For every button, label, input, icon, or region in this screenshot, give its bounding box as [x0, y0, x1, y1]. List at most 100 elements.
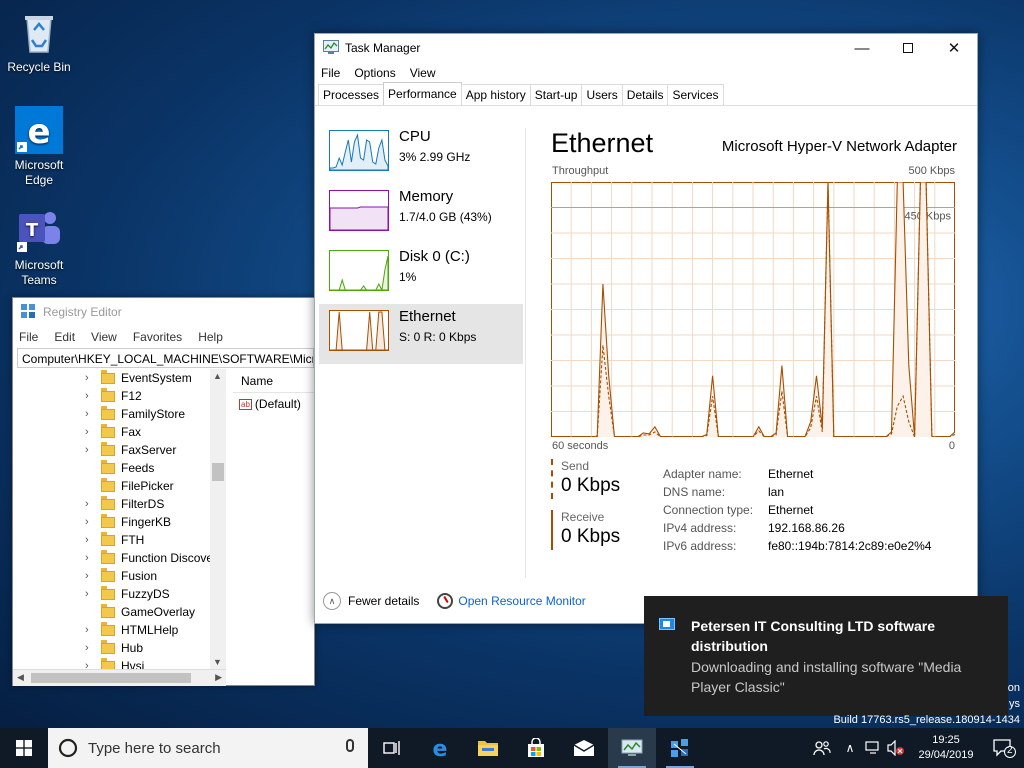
tree-item-label: EventSystem: [121, 371, 192, 385]
desktop-icon-edge[interactable]: e Microsoft Edge: [0, 106, 78, 188]
sidebar-divider[interactable]: [525, 128, 526, 578]
taskmgr-menu-view[interactable]: View: [410, 66, 436, 80]
sidebar-item-cpu[interactable]: CPU 3% 2.99 GHz: [319, 124, 523, 184]
chevron-right-icon[interactable]: ›: [85, 444, 97, 456]
prop-value: fe80::194b:7814:2c89:e0e2%4: [768, 539, 932, 553]
taskbar-store[interactable]: [512, 728, 560, 768]
chevron-right-icon[interactable]: ›: [85, 390, 97, 402]
taskbar-clock[interactable]: 19:25 29/04/2019: [908, 733, 984, 763]
tree-item[interactable]: › FTH: [13, 531, 225, 549]
tree-item[interactable]: › FilterDS: [13, 495, 225, 513]
taskbar-mail[interactable]: [560, 728, 608, 768]
chevron-right-icon[interactable]: ›: [85, 552, 97, 564]
thumbnail-line: [330, 255, 388, 290]
values-column-header-name[interactable]: Name: [233, 369, 315, 393]
volume-tray-button[interactable]: [884, 728, 908, 768]
open-resource-monitor-link[interactable]: Open Resource Monitor: [437, 593, 586, 609]
taskbar-task-manager[interactable]: [608, 728, 656, 768]
taskbar-search-box[interactable]: Type here to search: [48, 728, 368, 768]
regedit-titlebar[interactable]: Registry Editor: [13, 298, 314, 326]
chevron-right-icon[interactable]: ›: [85, 570, 97, 582]
taskbar-edge[interactable]: e: [416, 728, 464, 768]
tab-performance[interactable]: Performance: [383, 82, 462, 105]
desktop-icon-recycle-bin[interactable]: Recycle Bin: [0, 8, 78, 75]
tree-item[interactable]: › FingerKB: [13, 513, 225, 531]
close-button[interactable]: ✕: [931, 34, 977, 62]
sidebar-item-ethernet[interactable]: Ethernet S: 0 R: 0 Kbps: [319, 304, 523, 364]
tree-item[interactable]: › Hvsi: [13, 657, 225, 669]
maximize-button[interactable]: [885, 34, 931, 62]
tab-details[interactable]: Details: [621, 84, 669, 105]
chevron-right-icon[interactable]: ›: [85, 426, 97, 438]
folder-icon: [101, 513, 115, 528]
scrollbar-thumb[interactable]: [212, 463, 224, 481]
tree-item[interactable]: GameOverlay: [13, 603, 225, 621]
sidebar-item-disk[interactable]: Disk 0 (C:) 1%: [319, 244, 523, 304]
network-tray-button[interactable]: [862, 728, 884, 768]
tree-item[interactable]: › Hub: [13, 639, 225, 657]
regedit-tree[interactable]: › EventSystem › F12 › FamilyStore › Fax › FaxServ…: [13, 369, 226, 669]
scroll-right-arrow-icon[interactable]: ▶: [215, 672, 222, 683]
chevron-right-icon[interactable]: ›: [85, 660, 97, 669]
chevron-right-icon[interactable]: ›: [85, 534, 97, 546]
taskmgr-title: Task Manager: [345, 41, 421, 55]
desktop-icon-teams[interactable]: T Microsoft Teams: [0, 206, 78, 288]
taskmgr-menu-file[interactable]: File: [321, 66, 340, 80]
tree-item[interactable]: › Fusion: [13, 567, 225, 585]
scrollbar-thumb[interactable]: [31, 673, 191, 683]
tab-start-up[interactable]: Start-up: [529, 84, 583, 105]
tree-item[interactable]: › HTMLHelp: [13, 621, 225, 639]
folder-icon: [101, 531, 115, 546]
tab-processes[interactable]: Processes: [318, 84, 385, 105]
task-view-button[interactable]: [368, 728, 416, 768]
prop-value: Ethernet: [768, 503, 814, 517]
show-hidden-icons-button[interactable]: ∧: [838, 728, 862, 768]
start-button[interactable]: [0, 728, 48, 768]
regedit-menu-file[interactable]: File: [19, 330, 38, 344]
mark-label: 450 Kbps: [905, 211, 952, 223]
value-row[interactable]: ab (Default): [233, 393, 315, 415]
chevron-right-icon[interactable]: ›: [85, 498, 97, 510]
action-center-button[interactable]: 2: [984, 728, 1024, 768]
tree-item[interactable]: › F12: [13, 387, 225, 405]
regedit-menu-view[interactable]: View: [91, 330, 117, 344]
sidebar-item-memory[interactable]: Memory 1.7/4.0 GB (43%): [319, 184, 523, 244]
taskmgr-menu-options[interactable]: Options: [354, 66, 395, 80]
regedit-menu-help[interactable]: Help: [198, 330, 223, 344]
regedit-menu-favorites[interactable]: Favorites: [133, 330, 182, 344]
tree-item[interactable]: › FuzzyDS: [13, 585, 225, 603]
tree-item[interactable]: › Function Discove: [13, 549, 225, 567]
minimize-button[interactable]: —: [839, 34, 885, 62]
taskbar: Type here to search e ∧ 19:25 29/04/2019…: [0, 728, 1024, 768]
chevron-right-icon[interactable]: ›: [85, 516, 97, 528]
fewer-details-button[interactable]: ∧ Fewer details: [323, 592, 419, 610]
regedit-tree-hscrollbar[interactable]: ◀ ▶: [13, 669, 226, 686]
people-button[interactable]: [806, 728, 838, 768]
tree-item[interactable]: › FaxServer: [13, 441, 225, 459]
tab-users[interactable]: Users: [581, 84, 623, 105]
tree-item[interactable]: Feeds: [13, 459, 225, 477]
tree-item[interactable]: FilePicker: [13, 477, 225, 495]
tree-item[interactable]: › EventSystem: [13, 369, 225, 387]
microphone-icon[interactable]: [346, 739, 354, 752]
scroll-up-arrow-icon[interactable]: ▲: [213, 371, 222, 381]
regedit-menu-edit[interactable]: Edit: [54, 330, 75, 344]
taskbar-registry-editor[interactable]: [656, 728, 704, 768]
regedit-tree-scrollbar[interactable]: ▲ ▼: [210, 369, 226, 669]
scroll-down-arrow-icon[interactable]: ▼: [213, 657, 222, 667]
chevron-right-icon[interactable]: ›: [85, 624, 97, 636]
scroll-left-arrow-icon[interactable]: ◀: [17, 672, 24, 683]
tree-item-label: FaxServer: [121, 443, 177, 457]
regedit-address-bar[interactable]: Computer\HKEY_LOCAL_MACHINE\SOFTWARE\Mic…: [17, 348, 314, 368]
taskbar-file-explorer[interactable]: [464, 728, 512, 768]
tree-item[interactable]: › FamilyStore: [13, 405, 225, 423]
chevron-right-icon[interactable]: ›: [85, 642, 97, 654]
chevron-right-icon[interactable]: ›: [85, 408, 97, 420]
taskmgr-titlebar[interactable]: Task Manager — ✕: [315, 34, 977, 62]
tab-app-history[interactable]: App history: [460, 84, 531, 105]
receive-label: Receive: [561, 510, 605, 524]
chevron-right-icon[interactable]: ›: [85, 372, 97, 384]
tab-services[interactable]: Services: [667, 84, 724, 105]
chevron-right-icon[interactable]: ›: [85, 588, 97, 600]
tree-item[interactable]: › Fax: [13, 423, 225, 441]
